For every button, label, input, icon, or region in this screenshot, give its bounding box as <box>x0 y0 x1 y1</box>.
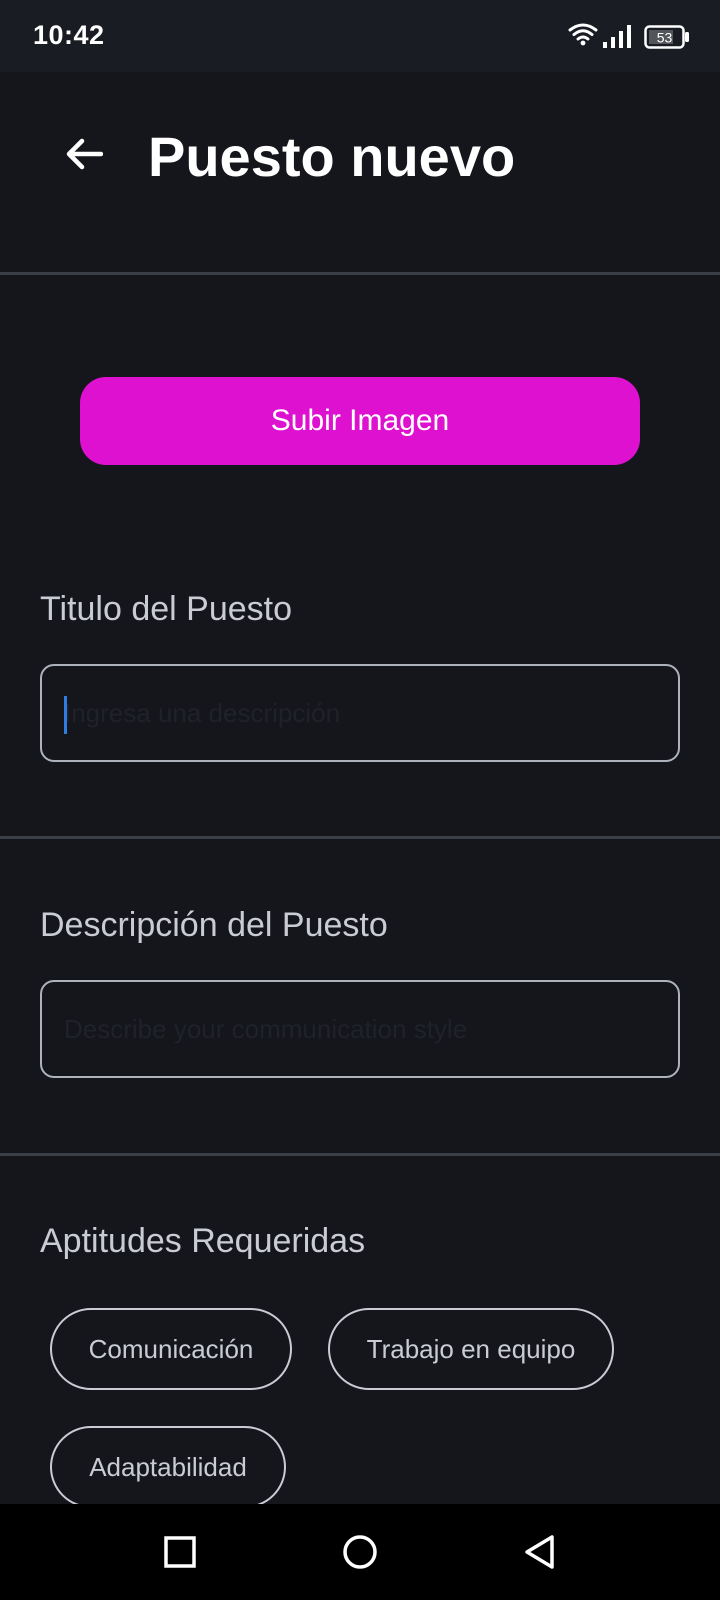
skills-label: Aptitudes Requeridas <box>40 1222 366 1260</box>
battery-level: 53 <box>657 30 673 46</box>
skill-chip-trabajo-en-equipo[interactable]: Trabajo en equipo <box>328 1308 614 1390</box>
back-button[interactable] <box>58 128 110 180</box>
title-field-label: Titulo del Puesto <box>40 590 292 628</box>
text-caret <box>64 696 67 734</box>
description-field-label: Descripción del Puesto <box>40 906 388 944</box>
title-field <box>40 664 680 762</box>
description-field <box>40 980 680 1078</box>
status-time: 10:42 <box>33 20 105 50</box>
description-divider <box>0 1153 720 1156</box>
status-bar: 10:42 53 <box>0 0 720 72</box>
circle-icon[interactable] <box>340 1532 380 1572</box>
description-input[interactable] <box>42 982 678 1076</box>
screen: 10:42 53 Puesto nuevo Subir Imagen Titul… <box>0 0 720 1600</box>
arrow-left-icon <box>66 138 103 170</box>
skill-chip-adaptabilidad[interactable]: Adaptabilidad <box>50 1426 286 1508</box>
battery-icon: 53 <box>644 25 689 49</box>
upload-image-button[interactable]: Subir Imagen <box>80 377 640 465</box>
square-icon[interactable] <box>160 1532 200 1572</box>
triangle-back-icon[interactable] <box>520 1532 560 1572</box>
title-divider <box>0 836 720 839</box>
wifi-icon <box>568 23 598 46</box>
header-divider <box>0 272 720 275</box>
signal-icon <box>603 25 631 48</box>
title-input[interactable] <box>42 666 678 760</box>
app-header: Puesto nuevo <box>0 72 720 272</box>
skill-chip-comunicacion[interactable]: Comunicación <box>50 1308 292 1390</box>
navigation-bar <box>0 1504 720 1600</box>
page-title: Puesto nuevo <box>148 125 516 188</box>
